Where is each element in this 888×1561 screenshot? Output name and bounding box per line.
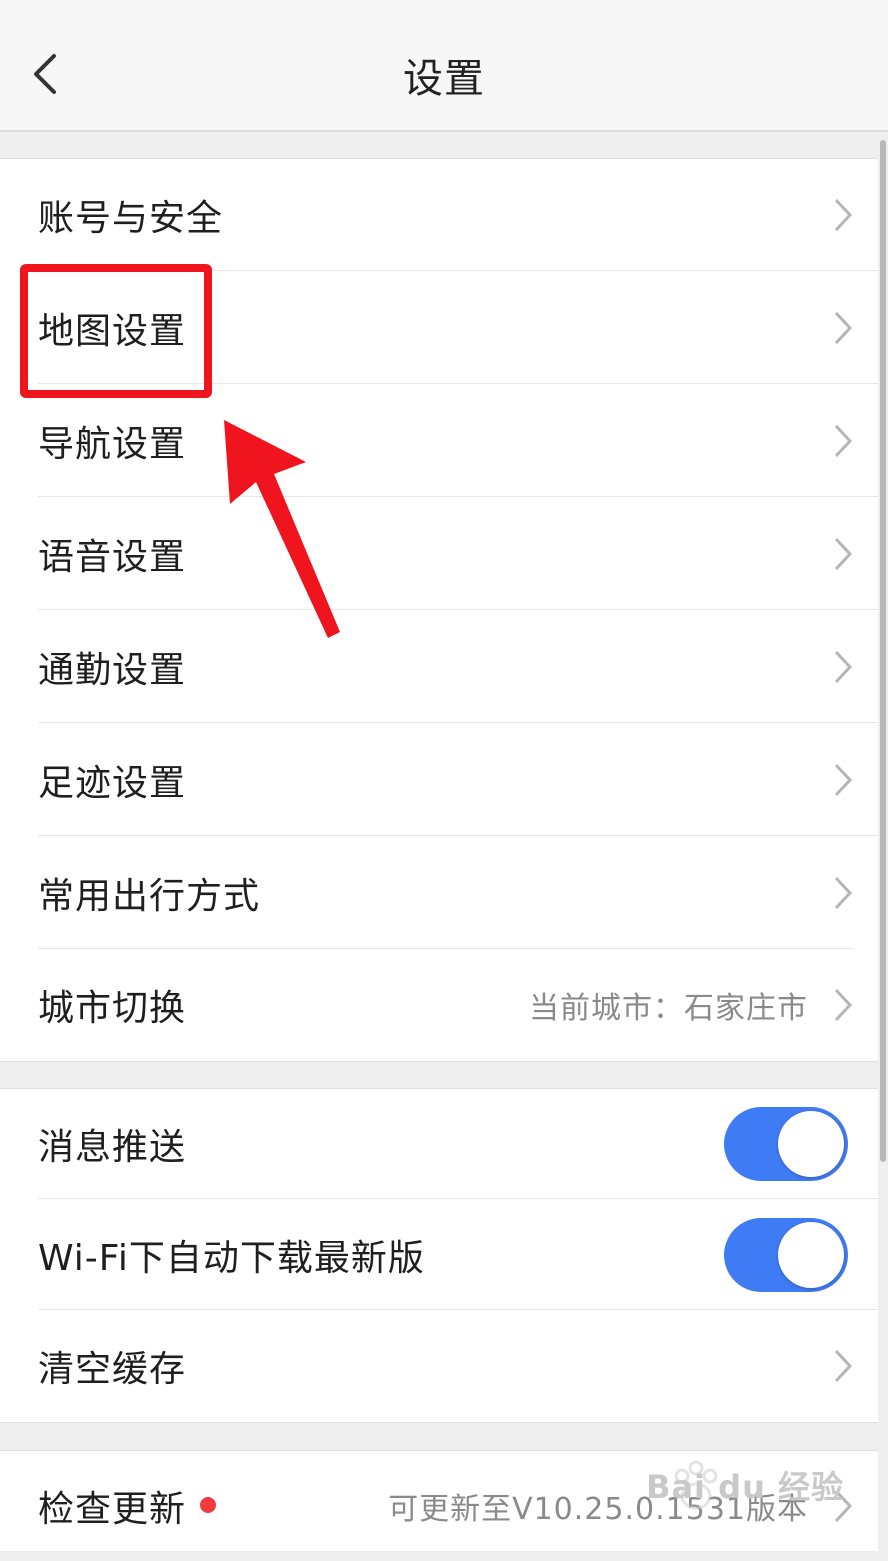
chevron-right-icon [834,424,853,457]
row-commute-settings[interactable]: 通勤设置 [0,610,878,723]
row-navigation-settings[interactable]: 导航设置 [0,384,878,497]
update-badge-dot [200,1497,217,1513]
row-label: 常用出行方式 [38,875,261,917]
row-label: 通勤设置 [38,649,187,691]
navigation-bar: 设置 [0,0,888,132]
chevron-right-icon [834,1349,853,1383]
chevron-right-icon [834,198,853,232]
settings-group-app: 消息推送 Wi-Fi下自动下载最新版 清空缓存 [0,1088,878,1423]
push-notifications-toggle[interactable] [724,1107,848,1181]
chevron-right-icon [834,988,853,1022]
row-travel-mode[interactable]: 常用出行方式 [0,836,878,949]
wifi-auto-download-toggle[interactable] [724,1217,848,1292]
row-city-switch[interactable]: 城市切换 当前城市：石家庄市 [0,949,878,1061]
row-label: 检查更新 [38,1480,217,1532]
annotation-arrow-icon [224,420,340,638]
row-push-notifications[interactable]: 消息推送 [0,1089,878,1199]
chevron-right-icon [834,876,853,909]
row-label: 城市切换 [38,988,187,1029]
chevron-right-icon [834,763,853,796]
page-title: 设置 [403,56,485,102]
row-label: 语音设置 [38,536,187,578]
row-label: 足迹设置 [38,762,187,804]
chevron-right-icon [834,311,853,344]
scrollbar[interactable] [880,140,886,1162]
row-label: Wi-Fi下自动下载最新版 [38,1237,425,1279]
row-voice-settings[interactable]: 语音设置 [0,497,878,610]
row-label: 账号与安全 [38,198,224,239]
row-account-security[interactable]: 账号与安全 [0,159,878,271]
row-label: 导航设置 [38,423,187,465]
row-label: 消息推送 [38,1127,187,1168]
current-city-value: 当前城市：石家庄市 [529,991,808,1026]
watermark-text: Bai du 经验 [646,1468,844,1506]
chevron-right-icon [834,650,853,683]
row-label: 清空缓存 [38,1349,187,1390]
row-clear-cache[interactable]: 清空缓存 [0,1310,878,1422]
toggle-knob [778,1111,844,1177]
row-wifi-auto-download[interactable]: Wi-Fi下自动下载最新版 [0,1199,878,1310]
toggle-knob [778,1221,844,1288]
row-footprint-settings[interactable]: 足迹设置 [0,723,878,836]
chevron-right-icon [834,537,853,570]
check-update-label: 检查更新 [38,1489,187,1530]
annotation-highlight-box [20,264,212,398]
